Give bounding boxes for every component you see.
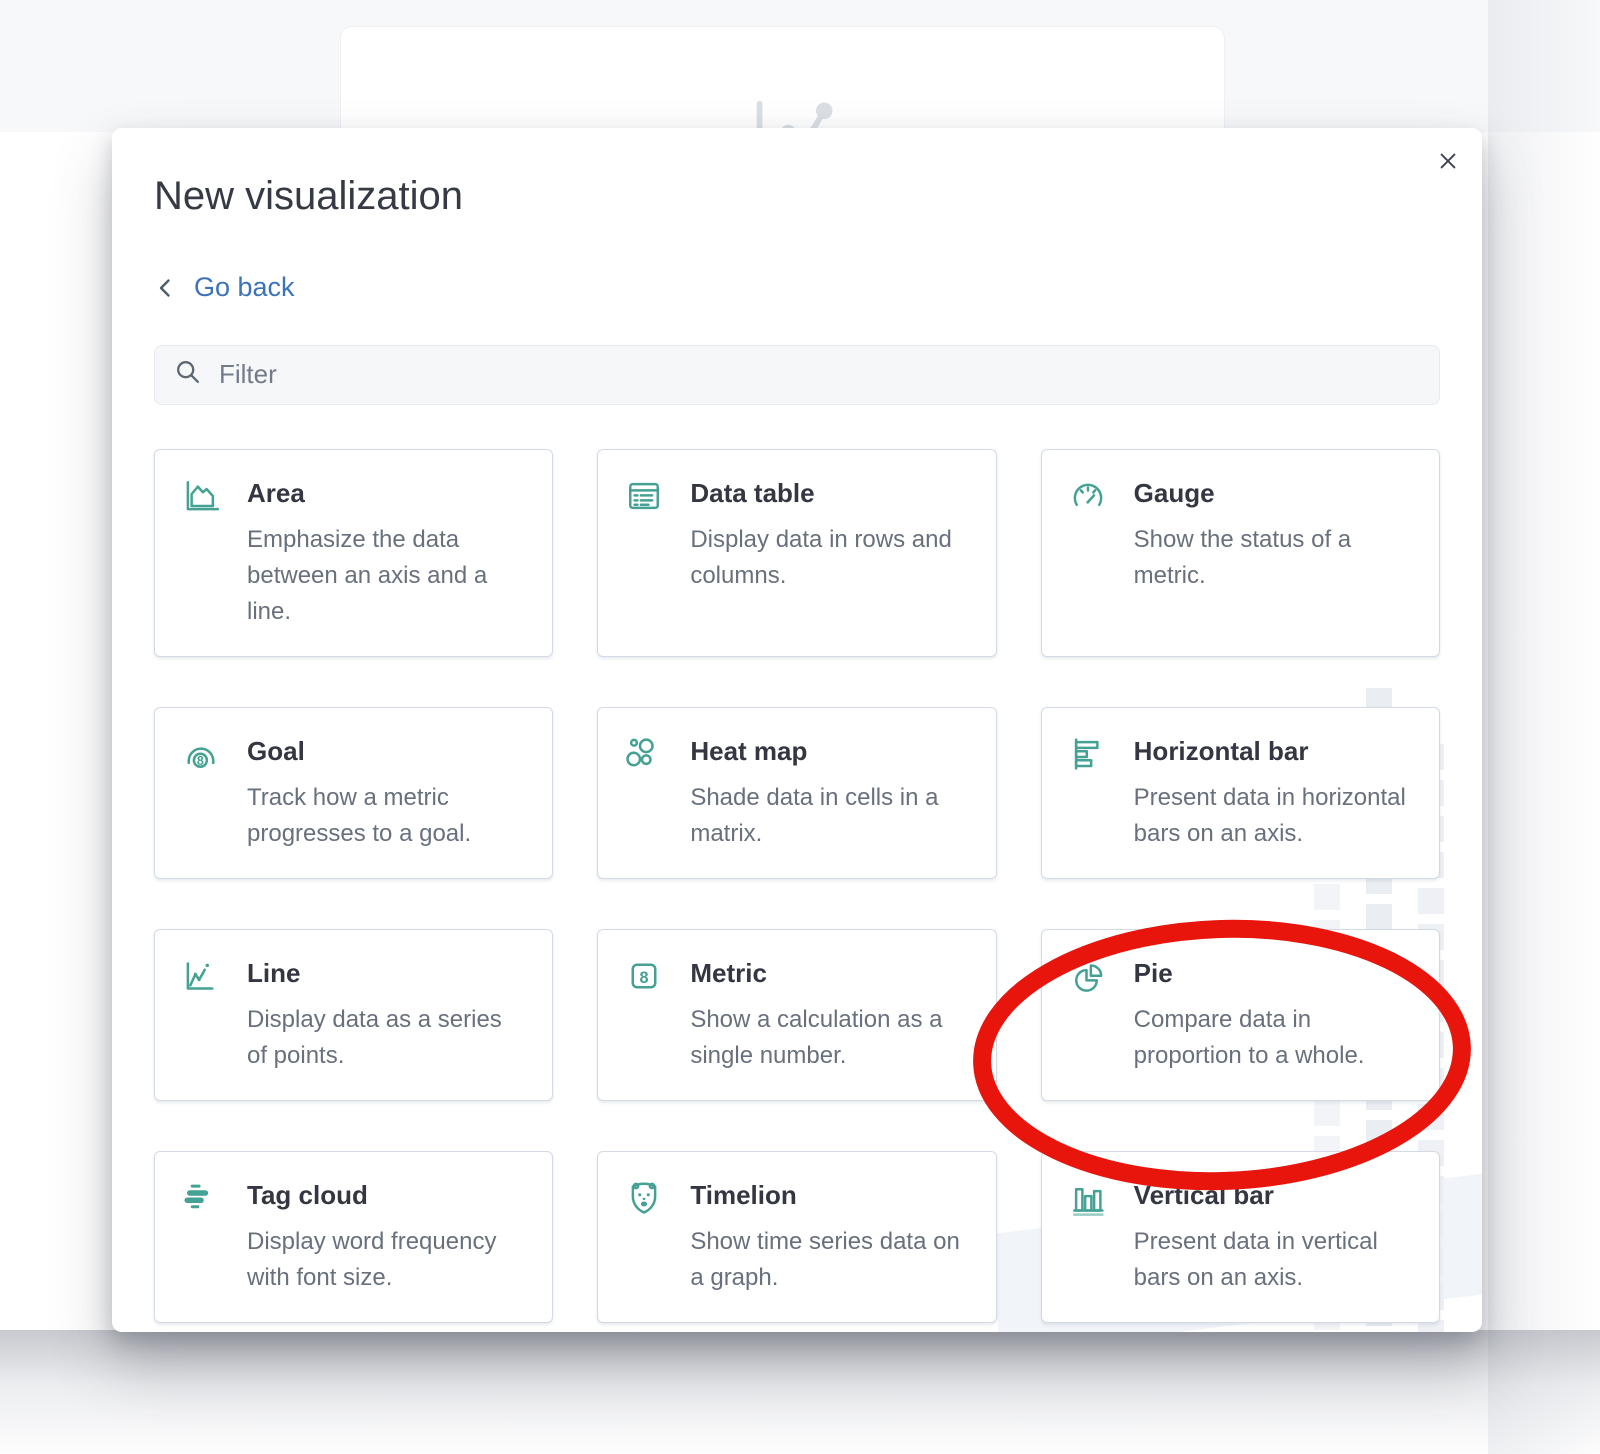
filter-input[interactable] [219, 359, 1421, 390]
card-title: Horizontal bar [1134, 734, 1410, 768]
card-heat-map[interactable]: Heat map Shade data in cells in a matrix… [597, 707, 996, 879]
data-table-icon [624, 476, 664, 516]
heat-map-icon [624, 734, 664, 774]
card-title: Data table [690, 476, 966, 510]
line-chart-icon [181, 956, 221, 996]
card-goal[interactable]: 8 Goal Track how a metric progresses to … [154, 707, 553, 879]
horizontal-bar-icon [1068, 734, 1108, 774]
card-gauge[interactable]: Gauge Show the status of a metric. [1041, 449, 1440, 657]
card-title: Goal [247, 734, 523, 768]
card-description: Show time series data on a graph. [690, 1224, 966, 1296]
go-back-label: Go back [194, 272, 295, 303]
card-description: Display data as a series of points. [247, 1002, 523, 1074]
card-title: Area [247, 476, 523, 510]
close-icon [1433, 146, 1463, 179]
page-edge-shading [1488, 0, 1600, 1454]
card-description: Shade data in cells in a matrix. [690, 780, 966, 852]
card-description: Track how a metric progresses to a goal. [247, 780, 523, 852]
card-description: Display data in rows and columns. [690, 522, 966, 594]
card-data-table[interactable]: Data table Display data in rows and colu… [597, 449, 996, 657]
card-title: Metric [690, 956, 966, 990]
card-area[interactable]: Area Emphasize the data between an axis … [154, 449, 553, 657]
pie-chart-icon [1068, 956, 1108, 996]
card-timelion[interactable]: Timelion Show time series data on a grap… [597, 1151, 996, 1323]
timelion-icon [624, 1178, 664, 1218]
page-title: New visualization [154, 172, 1440, 220]
vertical-bar-icon [1068, 1178, 1108, 1218]
card-vertical-bar[interactable]: Vertical bar Present data in vertical ba… [1041, 1151, 1440, 1323]
visualization-type-grid: Area Emphasize the data between an axis … [154, 449, 1440, 1323]
card-description: Display word frequency with font size. [247, 1224, 523, 1296]
card-title: Tag cloud [247, 1178, 523, 1212]
modal-drop-shadow [0, 1330, 1600, 1454]
svg-text:8: 8 [640, 968, 649, 986]
new-visualization-modal: New visualization Go back [112, 128, 1482, 1332]
card-pie[interactable]: Pie Compare data in proportion to a whol… [1041, 929, 1440, 1101]
filter-field [154, 345, 1440, 405]
goal-icon: 8 [181, 734, 221, 774]
chevron-left-icon [154, 276, 178, 300]
close-button[interactable] [1426, 140, 1470, 184]
card-description: Show a calculation as a single number. [690, 1002, 966, 1074]
card-horizontal-bar[interactable]: Horizontal bar Present data in horizonta… [1041, 707, 1440, 879]
card-title: Gauge [1134, 476, 1410, 510]
card-description: Compare data in proportion to a whole. [1134, 1002, 1410, 1074]
go-back-link[interactable]: Go back [154, 272, 295, 303]
gauge-icon [1068, 476, 1108, 516]
card-line[interactable]: Line Display data as a series of points. [154, 929, 553, 1101]
card-description: Present data in vertical bars on an axis… [1134, 1224, 1410, 1296]
card-title: Pie [1134, 956, 1410, 990]
svg-text:8: 8 [197, 753, 204, 767]
card-description: Present data in horizontal bars on an ax… [1134, 780, 1410, 852]
card-title: Timelion [690, 1178, 966, 1212]
card-metric[interactable]: 8 Metric Show a calculation as a single … [597, 929, 996, 1101]
card-title: Heat map [690, 734, 966, 768]
card-title: Vertical bar [1134, 1178, 1410, 1212]
search-icon [173, 357, 203, 392]
card-tag-cloud[interactable]: Tag cloud Display word frequency with fo… [154, 1151, 553, 1323]
metric-icon: 8 [624, 956, 664, 996]
area-chart-icon [181, 476, 221, 516]
card-description: Show the status of a metric. [1134, 522, 1410, 594]
card-description: Emphasize the data between an axis and a… [247, 522, 523, 630]
card-title: Line [247, 956, 523, 990]
tag-cloud-icon [181, 1178, 221, 1218]
